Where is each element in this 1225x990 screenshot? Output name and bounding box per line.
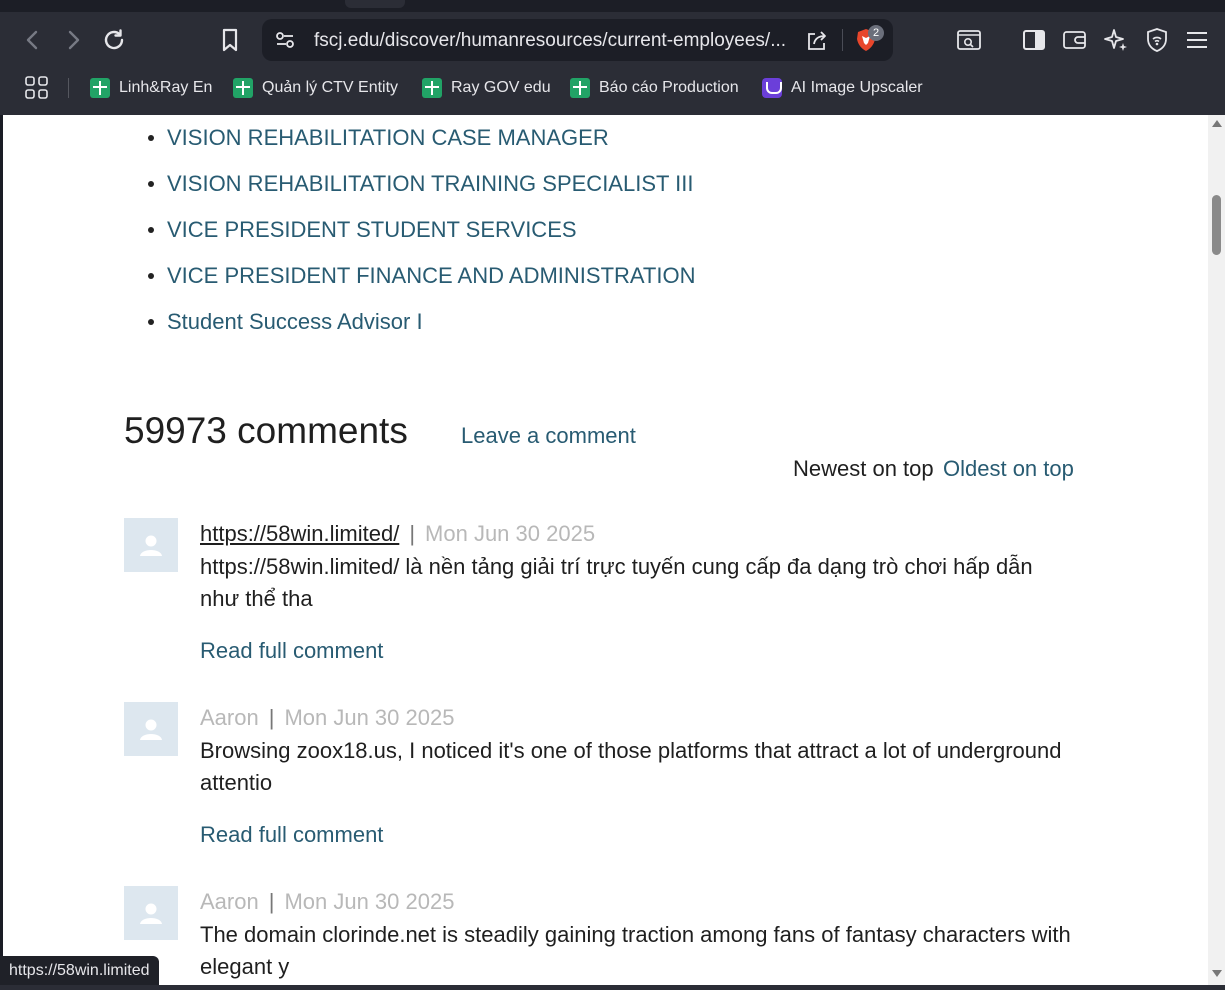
bookmark-ray-gov-edu[interactable]: Ray GOV edu: [422, 74, 551, 102]
meta-separator: |: [409, 521, 416, 546]
forward-button[interactable]: [57, 24, 89, 56]
scroll-down-arrow-icon[interactable]: [1212, 970, 1222, 977]
sparkle-icon: [1104, 29, 1127, 51]
main-menu-button[interactable]: [1181, 24, 1213, 56]
bookmark-ai-image-upscaler[interactable]: AI Image Upscaler: [762, 74, 923, 102]
bullet: [148, 181, 154, 187]
comment-meta: https://58win.limited/ | Mon Jun 30 2025: [200, 521, 595, 547]
bullet: [148, 273, 154, 279]
spreadsheet-icon: [90, 78, 110, 98]
bullet: [148, 227, 154, 233]
forward-arrow-icon: [68, 30, 80, 50]
comment-author-link[interactable]: https://58win.limited/: [200, 521, 399, 546]
spreadsheet-icon: [233, 78, 253, 98]
active-tab[interactable]: [345, 0, 405, 8]
upscaler-app-icon: [762, 78, 782, 98]
comment-text: Browsing zoox18.us, I noticed it's one o…: [200, 738, 1062, 795]
bookmark-page-button[interactable]: [214, 24, 246, 56]
apps-grid-icon[interactable]: [24, 75, 50, 101]
comments-count-heading: 59973 comments: [124, 410, 408, 451]
wallet-icon: [1063, 31, 1086, 49]
address-bar[interactable]: fscj.edu/discover/humanresources/current…: [262, 19, 893, 61]
job-link-text[interactable]: VISION REHABILITATION CASE MANAGER: [167, 125, 609, 150]
job-link-text[interactable]: Student Success Advisor I: [167, 309, 423, 334]
job-link[interactable]: VISION REHABILITATION TRAINING SPECIALIS…: [148, 171, 694, 197]
bullet: [148, 135, 154, 141]
job-link[interactable]: Student Success Advisor I: [148, 309, 423, 335]
reader-mode-button[interactable]: [953, 24, 985, 56]
address-bar-divider: [842, 29, 843, 51]
sort-newest-option[interactable]: Newest on top: [793, 456, 934, 482]
back-arrow-icon: [26, 30, 38, 50]
spreadsheet-icon: [422, 78, 442, 98]
bookmarks-divider: [68, 78, 69, 98]
back-button[interactable]: [17, 24, 49, 56]
job-link[interactable]: VICE PRESIDENT STUDENT SERVICES: [148, 217, 577, 243]
sidebar-toggle-button[interactable]: [1018, 24, 1050, 56]
comment-meta: Aaron | Mon Jun 30 2025: [200, 889, 454, 915]
reload-icon: [104, 29, 124, 50]
comment-date: Mon Jun 30 2025: [284, 705, 455, 730]
vpn-button[interactable]: [1141, 24, 1173, 56]
shields-count-badge: 2: [868, 25, 884, 41]
meta-separator: |: [268, 889, 275, 914]
wallet-button[interactable]: [1059, 24, 1091, 56]
vertical-scrollbar[interactable]: [1208, 115, 1225, 985]
job-link-text[interactable]: VICE PRESIDENT FINANCE AND ADMINISTRATIO…: [167, 263, 695, 288]
job-link-text[interactable]: VICE PRESIDENT STUDENT SERVICES: [167, 217, 577, 242]
bookmark-label: Báo cáo Production: [599, 79, 739, 96]
scroll-up-arrow-icon[interactable]: [1212, 120, 1222, 127]
bookmark-icon: [222, 28, 238, 52]
link-status-tooltip: https://58win.limited: [0, 956, 159, 985]
window-bottom-border: [0, 985, 1225, 990]
bullet: [148, 319, 154, 325]
sidebar-icon: [1023, 30, 1045, 50]
bookmark-label: Quản lý CTV Entity: [262, 79, 399, 96]
user-placeholder-icon: [140, 719, 162, 740]
avatar: [124, 886, 178, 940]
vpn-shield-icon: [1147, 28, 1167, 52]
comment-date: Mon Jun 30 2025: [425, 521, 596, 546]
leo-ai-button[interactable]: [1100, 24, 1132, 56]
comment-text: The domain clorinde.net is steadily gain…: [200, 922, 1071, 979]
comment-text: https://58win.limited/ là nền tảng giải …: [200, 554, 1033, 611]
meta-separator: |: [268, 705, 275, 730]
job-link[interactable]: VICE PRESIDENT FINANCE AND ADMINISTRATIO…: [148, 263, 695, 289]
user-placeholder-icon: [140, 903, 162, 924]
sort-oldest-link[interactable]: Oldest on top: [943, 456, 1074, 482]
browser-toolbar: fscj.edu/discover/humanresources/current…: [0, 0, 1225, 115]
share-icon[interactable]: [805, 29, 829, 53]
url-text[interactable]: fscj.edu/discover/humanresources/current…: [314, 30, 794, 50]
scrollbar-thumb[interactable]: [1212, 195, 1221, 255]
reload-button[interactable]: [98, 24, 130, 56]
bookmark-label: Ray GOV edu: [451, 79, 551, 96]
bookmark-quan-ly-ctv-entity[interactable]: Quản lý CTV Entity: [233, 74, 398, 102]
leave-comment-link[interactable]: Leave a comment: [461, 423, 636, 449]
hamburger-menu-icon: [1187, 32, 1207, 48]
job-link-text[interactable]: VISION REHABILITATION TRAINING SPECIALIS…: [167, 171, 694, 196]
tab-strip: [0, 0, 1225, 12]
comment-author: Aaron: [200, 705, 259, 730]
comment-author: Aaron: [200, 889, 259, 914]
avatar: [124, 518, 178, 572]
bookmark-label: AI Image Upscaler: [791, 79, 923, 96]
job-link[interactable]: VISION REHABILITATION CASE MANAGER: [148, 125, 609, 151]
read-full-comment-link[interactable]: Read full comment: [200, 822, 383, 848]
comment-date: Mon Jun 30 2025: [284, 889, 455, 914]
avatar: [124, 702, 178, 756]
site-settings-icon[interactable]: [274, 29, 296, 51]
spreadsheet-icon: [570, 78, 590, 98]
bookmark-label: Linh&Ray En: [119, 79, 213, 96]
bookmark-linh-ray-en[interactable]: Linh&Ray En: [90, 74, 212, 102]
page-viewport: VISION REHABILITATION CASE MANAGER VISIO…: [3, 115, 1208, 985]
comment-meta: Aaron | Mon Jun 30 2025: [200, 705, 454, 731]
bookmark-bao-cao-production[interactable]: Báo cáo Production: [570, 74, 739, 102]
user-placeholder-icon: [140, 535, 162, 556]
read-full-comment-link[interactable]: Read full comment: [200, 638, 383, 664]
reader-mode-icon: [957, 30, 981, 50]
